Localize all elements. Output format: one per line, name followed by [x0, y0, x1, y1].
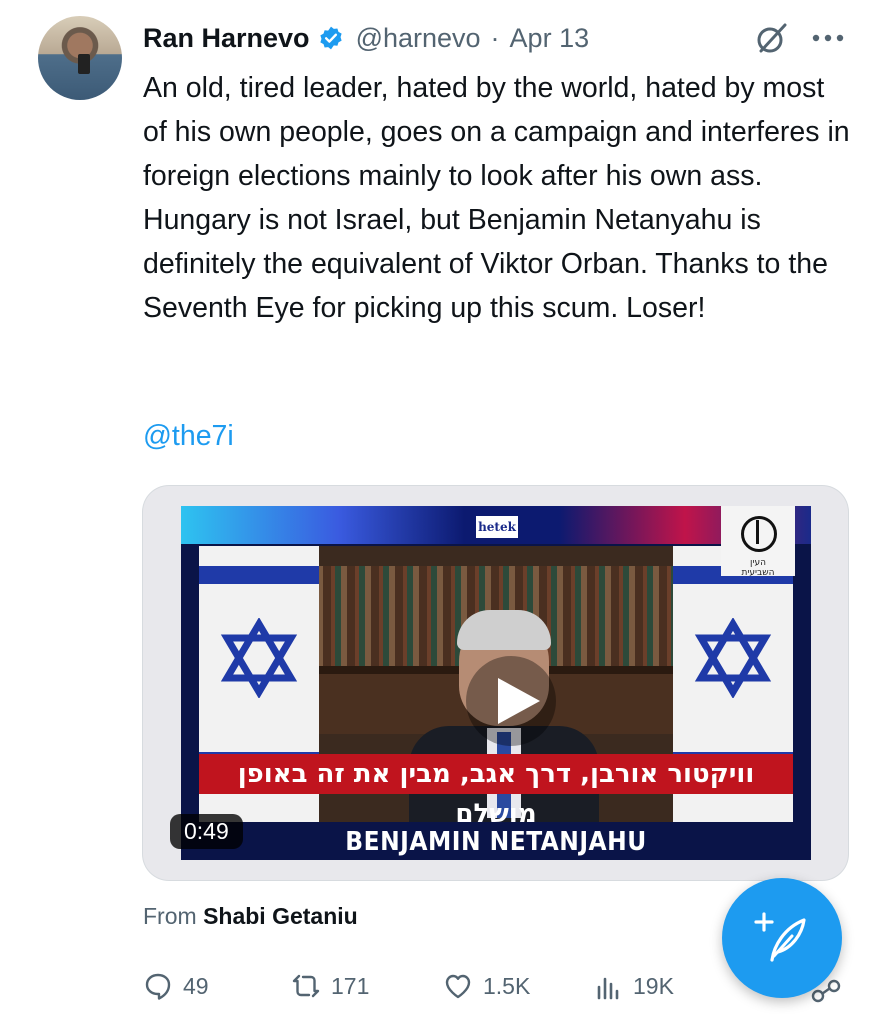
like-icon	[445, 974, 471, 999]
views-count: 19K	[633, 972, 674, 999]
video-lower-third: BENJAMIN NETANJAHU	[199, 824, 793, 860]
compose-icon	[754, 912, 806, 962]
mention-link[interactable]: @the7i	[143, 420, 234, 453]
play-icon	[498, 678, 540, 724]
views-button[interactable]: 19K	[593, 971, 723, 1001]
video-subtitle: וויקטור אורבן, דרך אגב, מבין את זה באופן…	[199, 754, 793, 829]
more-icon[interactable]	[808, 28, 848, 48]
reply-button[interactable]: 49	[143, 971, 291, 1001]
video-attribution: From Shabi Getaniu	[143, 903, 358, 930]
like-count: 1.5K	[483, 972, 531, 999]
attribution-author[interactable]: Shabi Getaniu	[203, 903, 358, 929]
avatar[interactable]	[38, 16, 122, 100]
video-card[interactable]: hetek העין השביעית וויקטור אורבן, דרך אג…	[143, 486, 848, 880]
header-separator: ·	[490, 22, 500, 53]
attribution-prefix: From	[143, 903, 197, 929]
tweet-date[interactable]: Apr 13	[510, 23, 590, 54]
compose-button[interactable]	[722, 878, 842, 998]
tweet-header: Ran Harnevo @harnevo · Apr 13	[143, 18, 589, 58]
reply-icon	[145, 973, 171, 1000]
author-name[interactable]: Ran Harnevo	[143, 23, 310, 54]
play-button[interactable]	[466, 656, 556, 746]
video-frame[interactable]: hetek העין השביעית וויקטור אורבן, דרך אג…	[181, 506, 811, 860]
video-duration: 0:49	[170, 814, 243, 849]
grok-icon[interactable]	[752, 20, 790, 58]
verified-badge-icon	[319, 26, 342, 50]
tweet-text: An old, tired leader, hated by the world…	[143, 72, 850, 324]
views-icon	[597, 977, 619, 1000]
author-handle[interactable]: @harnevo	[356, 23, 481, 54]
avatar-phone-shape	[78, 54, 90, 74]
logo-caption: העין השביעית	[741, 558, 775, 578]
reply-count: 49	[183, 972, 209, 999]
seventh-eye-logo: העין השביעית	[721, 506, 795, 578]
retweet-button[interactable]: 171	[291, 971, 443, 1001]
retweet-count: 171	[331, 972, 370, 999]
channel-badge: hetek	[476, 516, 518, 538]
like-button[interactable]: 1.5K	[443, 971, 593, 1001]
retweet-icon	[292, 974, 320, 998]
action-bar: 49 171 1.5K 19K	[143, 966, 723, 1006]
